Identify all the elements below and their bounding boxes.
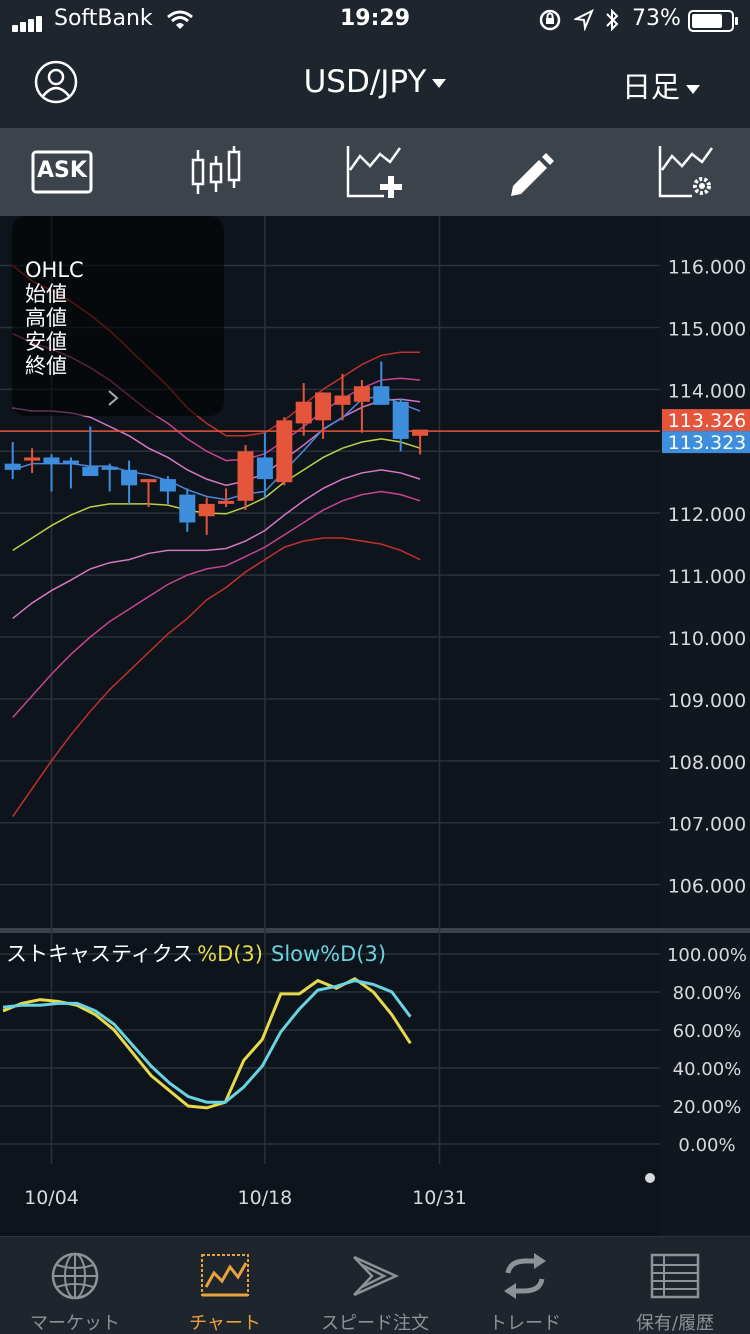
chevron-down-icon	[432, 79, 447, 88]
candle-body	[198, 503, 215, 517]
indicator-settings-icon	[658, 146, 714, 198]
stochastics-legend: ストキャスティクス %D(3) Slow%D(3)	[6, 938, 386, 968]
price-axis-background	[660, 216, 750, 1236]
bottom-tab-bar: マーケット チャート スピード注文 トレード 保有/履歴	[0, 1236, 750, 1334]
orientation-lock-icon	[539, 9, 561, 31]
candle-body	[82, 466, 99, 477]
price-axis-label: 115.000	[668, 318, 747, 340]
ohlc-info-panel[interactable]: OHLC 始値 高値 安値 終値	[12, 216, 224, 416]
battery-icon	[688, 10, 738, 32]
status-bar: SoftBank 19:29 73%	[0, 0, 750, 40]
candle-body	[353, 386, 370, 402]
ohlc-close-label: 終値	[25, 354, 67, 378]
chart-toolbar: ASK	[0, 128, 750, 216]
tab-trade-label: トレード	[489, 1313, 561, 1334]
ohlc-open-label: 始値	[25, 282, 67, 306]
candle-body	[101, 466, 118, 470]
candlestick-icon	[191, 146, 241, 194]
candle-body	[62, 460, 79, 464]
candle-body	[373, 386, 390, 405]
price-axis-label: 107.000	[668, 814, 747, 836]
trade-icon	[504, 1253, 546, 1299]
candle-body	[24, 457, 41, 461]
candle-body	[315, 392, 332, 421]
battery-percent: 73%	[632, 6, 681, 31]
stoch-axis-label: 60.00%	[673, 1021, 742, 1042]
candle-body	[159, 479, 176, 492]
add-indicator-button[interactable]	[344, 142, 408, 202]
tab-positions-history[interactable]: 保有/履歴	[600, 1237, 750, 1334]
ask-bid-toggle-button[interactable]: ASK	[31, 142, 95, 202]
chevron-right-icon[interactable]	[106, 388, 120, 408]
price-axis-label: 112.000	[668, 504, 747, 526]
indicator-settings-button[interactable]	[656, 142, 720, 202]
tab-market-label: マーケット	[30, 1313, 120, 1334]
candle-body	[179, 494, 196, 523]
date-axis-label: 10/04	[24, 1187, 79, 1209]
currency-pair-label: USD/JPY	[303, 64, 427, 100]
candle-body	[412, 429, 429, 436]
candle-body	[392, 401, 409, 439]
ohlc-title: OHLC	[25, 258, 84, 282]
price-axis-label: 109.000	[668, 690, 747, 712]
slow-d-line-label: Slow%D(3)	[270, 942, 387, 966]
date-axis-label: 10/31	[412, 1187, 467, 1209]
pencil-icon	[511, 153, 554, 196]
chevron-down-icon	[686, 84, 700, 94]
ohlc-low-label: 安値	[25, 330, 67, 354]
candle-body	[140, 479, 157, 483]
candle-body	[121, 469, 138, 486]
speed-order-icon	[353, 1255, 400, 1297]
bid-price-text: 113.323	[668, 432, 747, 454]
ask-price-text: 113.326	[668, 410, 747, 432]
candle-body	[43, 457, 60, 464]
add-indicator-icon	[346, 146, 402, 198]
price-axis-label: 114.000	[668, 380, 747, 402]
timeframe-selector[interactable]: 日足	[622, 64, 700, 106]
d-line-label: %D(3)	[197, 942, 263, 966]
tab-market[interactable]: マーケット	[0, 1237, 150, 1334]
stoch-axis-label: 20.00%	[673, 1097, 742, 1118]
stoch-axis-label: 80.00%	[673, 983, 742, 1004]
location-icon	[574, 9, 594, 31]
stoch-axis-label: 0.00%	[678, 1135, 735, 1156]
tab-trade[interactable]: トレード	[450, 1237, 600, 1334]
candle-body	[276, 420, 293, 483]
tab-speed-order[interactable]: スピード注文	[300, 1237, 450, 1334]
ask-label: ASK	[37, 158, 87, 183]
stoch-axis-label: 40.00%	[673, 1059, 742, 1080]
app-header: USD/JPY 日足	[0, 40, 750, 128]
globe-icon	[51, 1252, 99, 1300]
candle-body	[334, 395, 351, 405]
stoch-axis-label: 100.00%	[667, 945, 747, 966]
tab-positions-history-label: 保有/履歴	[635, 1313, 715, 1334]
price-axis-label: 108.000	[668, 752, 747, 774]
ohlc-high-label: 高値	[25, 306, 67, 330]
stochastics-title: ストキャスティクス	[6, 942, 194, 966]
price-axis-label: 111.000	[668, 566, 747, 588]
candle-body	[295, 401, 312, 424]
candle-body	[218, 500, 235, 504]
chart-icon	[201, 1254, 249, 1297]
candle-body	[256, 457, 273, 480]
candle-body	[237, 451, 254, 501]
price-axis-label: 110.000	[668, 628, 747, 650]
chart-type-button[interactable]	[186, 142, 250, 202]
positions-icon	[650, 1253, 700, 1299]
candle-body	[4, 463, 21, 470]
date-axis-label: 10/18	[238, 1187, 293, 1209]
tab-chart-label: チャート	[189, 1313, 261, 1334]
timeframe-label: 日足	[621, 70, 680, 104]
panel-divider	[0, 928, 750, 933]
bluetooth-icon	[606, 8, 619, 32]
tab-speed-order-label: スピード注文	[321, 1313, 429, 1334]
price-axis-label: 106.000	[668, 876, 747, 898]
tab-chart[interactable]: チャート	[150, 1237, 300, 1334]
price-axis-label: 116.000	[668, 257, 747, 279]
scroll-indicator-dot	[645, 1173, 655, 1183]
drawing-tool-button[interactable]	[505, 142, 569, 202]
